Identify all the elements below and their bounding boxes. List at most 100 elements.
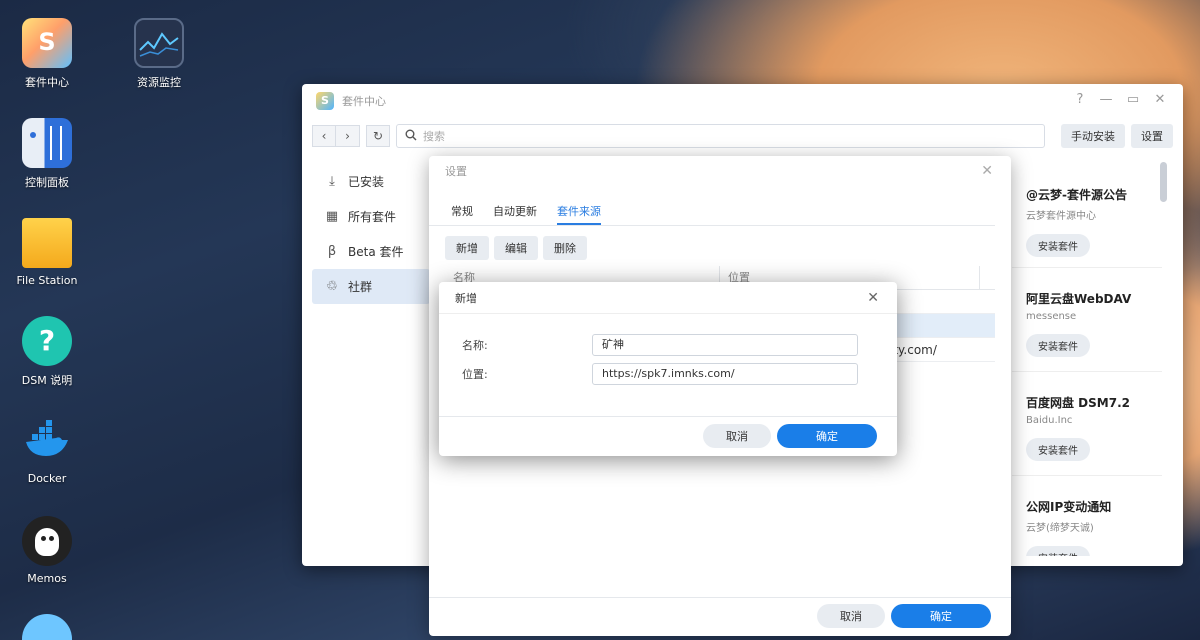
desktop-icon-docker[interactable]: Docker [2,416,92,485]
dialog-footer-divider [429,597,1011,598]
location-field-row: 位置: https://spk7.imnks.com/ [462,363,858,385]
package-author: Baidu.Inc [1026,415,1073,426]
sidebar: ⤓ 已安装 ▦ 所有套件 β Beta 套件 ♲ 社群 [312,164,430,304]
package-card[interactable]: @云梦-套件源公告 云梦套件源中心 安装套件 [1012,164,1162,268]
desktop-icon-control-panel[interactable]: 控制面板 [2,118,92,190]
docker-whale-icon [22,416,72,466]
package-author: messense [1026,311,1077,322]
chevron-left-icon: ‹ [321,129,327,143]
install-button[interactable]: 安装套件 [1026,334,1090,357]
sidebar-item-community[interactable]: ♲ 社群 [312,269,430,304]
dialog-footer-divider [439,416,897,417]
dialog-footer: 取消 确定 [703,424,877,448]
install-button[interactable]: 安装套件 [1026,234,1090,257]
desktop-icon-label: DSM 说明 [21,374,73,387]
sidebar-item-label: Beta 套件 [348,245,404,259]
download-icon: ⤓ [329,174,335,189]
close-icon[interactable]: ✕ [867,290,879,306]
desktop-icon-label: 控制面板 [25,176,69,189]
package-title: 百度网盘 DSM7.2 [1026,396,1130,410]
sidebar-item-label: 所有套件 [348,210,397,224]
close-icon[interactable]: ✕ [981,163,993,179]
source-actions: 新增 编辑 删除 [429,236,1011,260]
package-author: 云梦套件源中心 [1026,211,1096,222]
package-title: 公网IP变动通知 [1026,500,1112,514]
package-center-icon: S [22,18,72,68]
tab-general[interactable]: 常规 [451,198,473,225]
help-icon[interactable]: ? [1070,92,1090,107]
search-placeholder: 搜索 [423,130,445,143]
cancel-button[interactable]: 取消 [703,424,771,448]
search-icon [405,129,417,144]
desktop-icon-label: 套件中心 [25,76,69,89]
location-input[interactable]: https://spk7.imnks.com/ [592,363,858,385]
maximize-icon[interactable]: ▭ [1123,92,1143,107]
install-button[interactable]: 安装套件 [1026,546,1090,556]
desktop-icon-label: File Station [16,274,78,287]
settings-button[interactable]: 设置 [1131,124,1173,148]
package-card[interactable]: 百度网盘 DSM7.2 Baidu.Inc 安装套件 [1012,372,1162,476]
dialog-footer: 取消 确定 [817,604,991,628]
cancel-button[interactable]: 取消 [817,604,885,628]
search-input[interactable]: 搜索 [396,124,1045,148]
minimize-icon[interactable]: — [1096,92,1116,107]
desktop-icon-file-station[interactable]: File Station [2,218,92,287]
control-panel-icon [22,118,72,168]
desktop-icon-label: 资源监控 [137,76,181,89]
add-source-dialog: 新增 ✕ 名称: 矿神 位置: https://spk7.imnks.com/ … [439,282,897,456]
dialog-titlebar[interactable]: 设置 [429,156,1011,186]
package-card[interactable]: 阿里云盘WebDAV messense 安装套件 [1012,268,1162,372]
dialog-title: 新增 [455,291,477,305]
desktop-icon-dsm-help[interactable]: ? DSM 说明 [2,316,92,388]
refresh-icon: ↻ [372,129,384,143]
chevron-right-icon: › [345,129,350,143]
sidebar-item-installed[interactable]: ⤓ 已安装 [312,164,430,199]
window-title: 套件中心 [342,95,386,108]
sidebar-item-all-packages[interactable]: ▦ 所有套件 [312,199,430,234]
forward-button[interactable]: › [336,125,360,147]
manual-install-button[interactable]: 手动安装 [1061,124,1125,148]
package-author: 云梦(缔梦天诚) [1026,523,1094,534]
folder-icon [22,218,72,268]
sidebar-item-beta[interactable]: β Beta 套件 [312,234,430,269]
delete-button[interactable]: 删除 [543,236,587,260]
desktop-icon-partial[interactable] [22,614,72,640]
refresh-button[interactable]: ↻ [366,125,390,147]
dialog-title: 设置 [445,165,467,178]
dialog-titlebar[interactable]: 新增 [439,282,897,314]
desktop-icon-label: Docker [27,472,67,485]
beta-icon: β [327,244,337,259]
sidebar-item-label: 社群 [348,280,373,294]
package-card-list: @云梦-套件源公告 云梦套件源中心 安装套件 阿里云盘WebDAV messen… [1012,164,1162,556]
location-label: 位置: [462,368,488,381]
install-button[interactable]: 安装套件 [1026,438,1090,461]
back-button[interactable]: ‹ [312,125,336,147]
sidebar-item-label: 已安装 [348,175,385,189]
resource-monitor-icon [134,18,184,68]
window-titlebar[interactable]: S 套件中心 ? — ▭ ✕ [302,84,1183,118]
package-title: 阿里云盘WebDAV [1026,292,1132,306]
tab-auto-update[interactable]: 自动更新 [493,198,537,225]
community-icon: ♲ [326,279,338,294]
desktop-icon-resource-monitor[interactable]: 资源监控 [114,18,204,90]
desktop-icon-memos[interactable]: Memos [2,516,92,585]
package-card[interactable]: 公网IP变动通知 云梦(缔梦天诚) 安装套件 [1012,476,1162,556]
ok-button[interactable]: 确定 [891,604,991,628]
edit-button[interactable]: 编辑 [494,236,538,260]
help-icon: ? [22,316,72,366]
package-center-icon: S [316,92,334,110]
tab-package-sources[interactable]: 套件来源 [557,198,601,225]
close-icon[interactable]: ✕ [1150,92,1170,107]
name-field-row: 名称: 矿神 [462,334,858,356]
memos-bird-icon [22,516,72,566]
ok-button[interactable]: 确定 [777,424,877,448]
window-toolbar: ‹ › ↻ 搜索 手动安装 设置 [302,118,1183,154]
package-title: @云梦-套件源公告 [1026,188,1127,202]
add-button[interactable]: 新增 [445,236,489,260]
grid-icon: ▦ [325,209,339,224]
desktop-icon-package-center[interactable]: S 套件中心 [2,18,92,90]
name-input[interactable]: 矿神 [592,334,858,356]
scrollbar[interactable] [1160,162,1167,202]
settings-tabs: 常规 自动更新 套件来源 [429,198,995,226]
name-label: 名称: [462,339,488,352]
